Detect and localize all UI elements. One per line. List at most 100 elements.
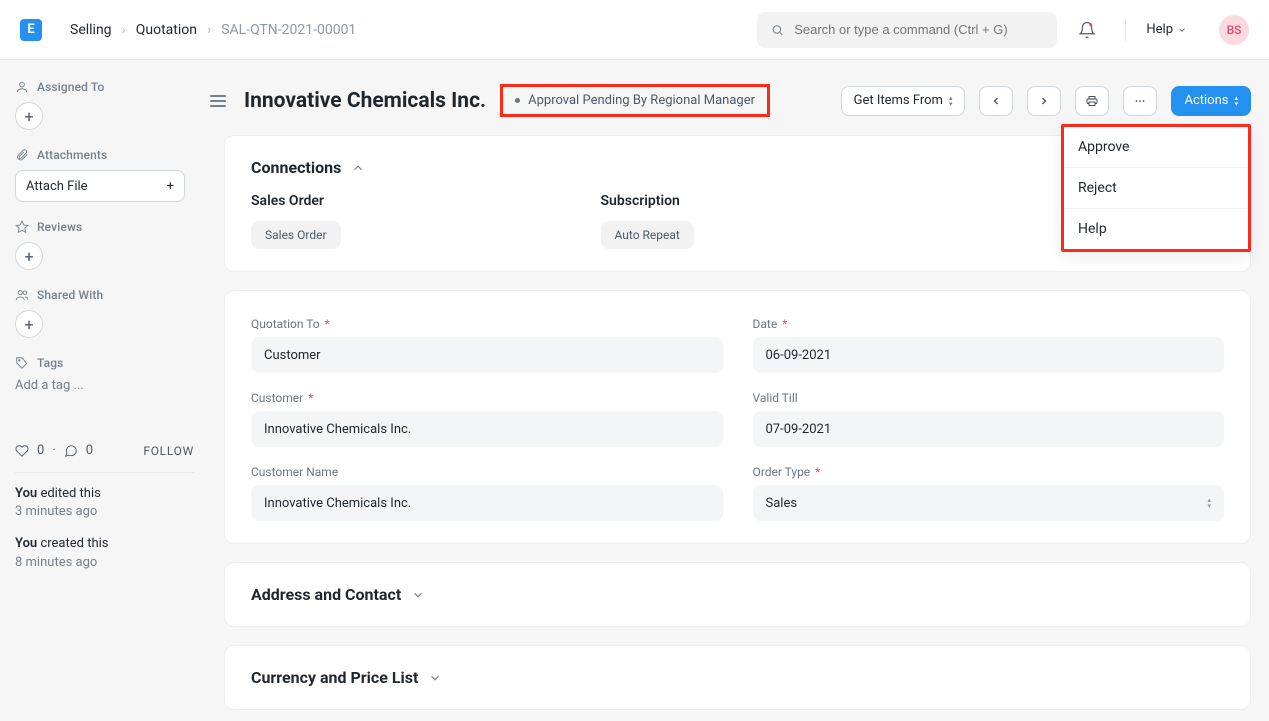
attach-file-button[interactable]: Attach File + (15, 170, 185, 202)
required-marker: * (779, 317, 787, 331)
field-label: Date * (753, 317, 1225, 331)
add-share-button[interactable]: + (15, 310, 43, 338)
section-shared-with: Shared With + (15, 288, 194, 338)
section-label: Shared With (37, 288, 103, 302)
field-value: Innovative Chemicals Inc. (264, 496, 411, 511)
required-marker: * (812, 465, 820, 479)
field-value: 06-09-2021 (766, 348, 832, 363)
field-customer-name: Customer Name Innovative Chemicals Inc. (251, 465, 723, 521)
more-menu-button[interactable] (1123, 86, 1157, 116)
required-marker: * (322, 317, 330, 331)
section-heading[interactable]: Currency and Price List (251, 668, 1224, 687)
tag-icon (15, 356, 29, 370)
conn-link-auto-repeat[interactable]: Auto Repeat (601, 221, 694, 249)
section-tags: Tags Add a tag ... (15, 356, 194, 393)
prev-doc-button[interactable] (979, 86, 1013, 116)
page-header: Innovative Chemicals Inc. Approval Pendi… (210, 78, 1251, 135)
timeline-ago: 8 minutes ago (15, 554, 194, 572)
breadcrumb-selling[interactable]: Selling (70, 22, 112, 38)
engagement-stats: 0 · 0 (15, 443, 93, 458)
connections-col-sales-order: Sales Order Sales Order (251, 193, 341, 249)
comment-icon[interactable] (64, 444, 78, 458)
paperclip-icon (15, 148, 29, 162)
chevron-down-icon (428, 671, 442, 685)
connections-title: Connections (251, 158, 341, 177)
field-label: Customer Name (251, 465, 723, 479)
add-tag-input[interactable]: Add a tag ... (15, 378, 194, 393)
bell-icon (1078, 21, 1096, 39)
actions-button[interactable]: Actions ▴▾ (1171, 86, 1251, 116)
sidebar-toggle-button[interactable] (210, 95, 226, 107)
print-button[interactable] (1075, 86, 1109, 116)
conn-col-title: Sales Order (251, 193, 341, 209)
details-card: Quotation To * Customer Date * 06-09-202… (224, 290, 1251, 544)
action-help[interactable]: Help (1064, 208, 1248, 249)
chevron-up-icon (351, 161, 365, 175)
field-value: Customer (264, 348, 321, 363)
field-value: 07-09-2021 (766, 422, 832, 437)
engagement-row: 0 · 0 FOLLOW (15, 443, 194, 458)
field-customer: Customer * Innovative Chemicals Inc. (251, 391, 723, 447)
global-search[interactable] (757, 12, 1057, 48)
section-heading[interactable]: Address and Contact (251, 585, 1224, 604)
avatar-initials: BS (1227, 23, 1242, 37)
ellipsis-icon (1134, 95, 1146, 107)
label-text: Order Type (753, 465, 811, 479)
breadcrumb: Selling › Quotation › SAL-QTN-2021-00001 (70, 22, 356, 38)
section-head: Tags (15, 356, 194, 370)
chevron-down-icon (1177, 25, 1187, 35)
app-logo[interactable]: E (20, 19, 42, 41)
customer-input[interactable]: Innovative Chemicals Inc. (251, 411, 723, 447)
next-doc-button[interactable] (1027, 86, 1061, 116)
section-head: Shared With (15, 288, 194, 302)
address-contact-section: Address and Contact (224, 562, 1251, 627)
top-navbar: E Selling › Quotation › SAL-QTN-2021-000… (0, 0, 1269, 60)
conn-link-sales-order[interactable]: Sales Order (251, 221, 341, 249)
breadcrumb-docid: SAL-QTN-2021-00001 (221, 22, 356, 38)
section-reviews: Reviews + (15, 220, 194, 270)
attach-file-label: Attach File (26, 179, 88, 194)
timeline-ago: 3 minutes ago (15, 503, 194, 521)
date-input[interactable]: 06-09-2021 (753, 337, 1225, 373)
star-icon (15, 220, 29, 234)
action-reject[interactable]: Reject (1064, 167, 1248, 208)
notifications-button[interactable] (1069, 12, 1105, 48)
section-head: Reviews (15, 220, 194, 234)
chevron-right-icon (1038, 95, 1050, 107)
user-avatar[interactable]: BS (1219, 15, 1249, 45)
connections-col-subscription: Subscription Auto Repeat (601, 193, 694, 249)
field-label: Customer * (251, 391, 723, 405)
section-label: Assigned To (37, 80, 104, 94)
actions-wrapper: Actions ▴▾ Approve Reject Help (1171, 86, 1251, 116)
conn-col-title: Subscription (601, 193, 694, 209)
users-icon (15, 288, 29, 302)
actions-dropdown: Approve Reject Help (1061, 124, 1251, 252)
valid-till-input[interactable]: 07-09-2021 (753, 411, 1225, 447)
action-approve[interactable]: Approve (1064, 127, 1248, 167)
customer-name-input[interactable]: Innovative Chemicals Inc. (251, 485, 723, 521)
field-date: Date * 06-09-2021 (753, 317, 1225, 373)
comments-count: 0 (86, 443, 93, 458)
label-text: Customer (251, 391, 303, 405)
get-items-from-button[interactable]: Get Items From ▴▾ (841, 86, 966, 116)
breadcrumb-quotation[interactable]: Quotation (136, 22, 197, 38)
heart-icon[interactable] (15, 444, 29, 458)
status-text: Approval Pending By Regional Manager (528, 93, 755, 108)
help-dropdown[interactable]: Help (1146, 22, 1187, 37)
help-label: Help (1146, 22, 1173, 37)
timeline-item: You created this 8 minutes ago (15, 535, 194, 571)
section-title: Currency and Price List (251, 668, 418, 687)
workflow-status-badge: Approval Pending By Regional Manager (500, 84, 770, 117)
select-caret-icon: ▴▾ (949, 95, 953, 107)
order-type-select[interactable]: Sales ▴▾ (753, 485, 1225, 521)
follow-button[interactable]: FOLLOW (143, 444, 194, 458)
actions-label: Actions (1184, 93, 1228, 108)
search-input[interactable] (794, 22, 1043, 37)
search-icon (771, 23, 784, 37)
required-marker: * (305, 391, 313, 405)
timeline-verb: created this (40, 536, 108, 551)
field-value: Sales (766, 496, 798, 511)
add-review-button[interactable]: + (15, 242, 43, 270)
add-assignee-button[interactable]: + (15, 102, 43, 130)
quotation-to-input[interactable]: Customer (251, 337, 723, 373)
